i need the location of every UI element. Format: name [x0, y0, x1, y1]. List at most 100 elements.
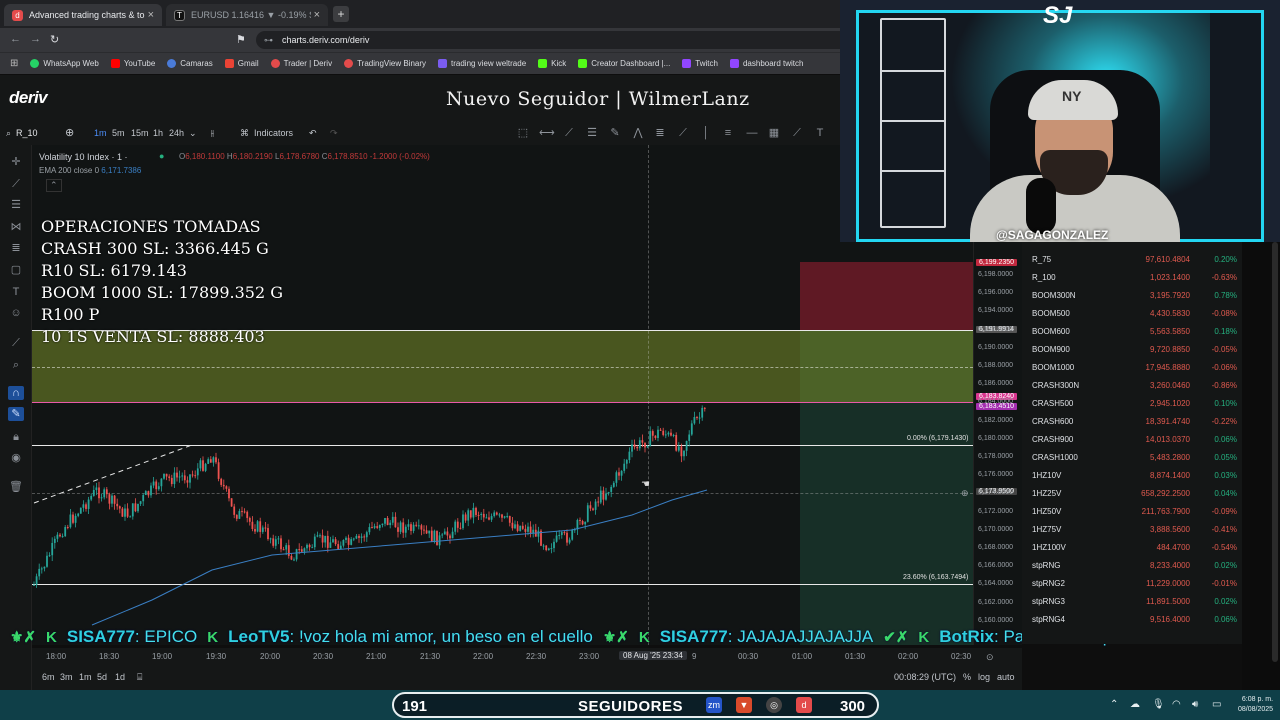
indicators-button[interactable]: Indicators — [254, 128, 293, 138]
market-row[interactable]: stpRNG4 9,516.4000 0.06% — [1022, 610, 1242, 628]
mic-icon[interactable]: 🎙︎ — [1152, 699, 1165, 710]
tab-tradingview[interactable]: T EURUSD 1.16416 ▼ -0.19% Sagu × — [166, 4, 328, 26]
market-row[interactable]: stpRNG2 11,229.0000 -0.01% — [1022, 574, 1242, 592]
crosshair-target-icon[interactable]: ⊕ — [961, 488, 969, 499]
parallel-icon[interactable]: ≡ — [721, 126, 735, 140]
bookmark-trader-deriv[interactable]: Trader | Deriv — [270, 59, 332, 68]
collapse-legend-icon[interactable]: ⌃ — [46, 179, 62, 192]
text-tool-icon[interactable]: T — [813, 126, 827, 140]
deriv-app-icon[interactable]: d — [796, 697, 812, 713]
forward-icon[interactable]: → — [30, 33, 41, 45]
market-row[interactable]: 1HZ75V 3,888.5600 -0.41% — [1022, 520, 1242, 538]
chart-type-icon[interactable]: ⫲ — [211, 128, 214, 139]
bookmark-whatsapp[interactable]: WhatsApp Web — [30, 59, 99, 68]
system-clock[interactable]: 6:08 p. m. 08/08/2025 — [1238, 695, 1273, 715]
battery-icon[interactable]: ▭ — [1212, 699, 1221, 710]
calendar-icon[interactable]: ⌸ — [137, 672, 142, 683]
market-row[interactable]: BOOM500 4,430.5830 -0.08% — [1022, 304, 1242, 322]
add-symbol-icon[interactable]: ⊕ — [65, 126, 74, 139]
pencil-icon[interactable]: ⟋ — [676, 126, 690, 140]
eye-icon[interactable]: ◉ — [8, 451, 24, 465]
app-icon[interactable]: zm — [706, 697, 722, 713]
market-row[interactable]: CRASH500 2,945.1020 0.10% — [1022, 394, 1242, 412]
interval-1m[interactable]: 1m — [94, 128, 107, 138]
redo-icon[interactable]: ↷ — [330, 128, 338, 139]
horizontal-ray-icon[interactable]: ⟷ — [539, 126, 555, 140]
bookmark-dashboard-twitch[interactable]: dashboard twitch — [729, 59, 803, 68]
new-tab-button[interactable]: + — [333, 6, 349, 22]
market-row[interactable]: BOOM900 9,720.8850 -0.05% — [1022, 340, 1242, 358]
lock-icon[interactable]: 🔒︎ — [8, 430, 24, 444]
auto-toggle[interactable]: auto — [997, 672, 1015, 682]
market-row[interactable]: CRASH600 18,391.4740 -0.22% — [1022, 412, 1242, 430]
indicators-icon[interactable]: ⌘ — [240, 128, 249, 139]
pattern-icon[interactable]: ⋀ — [631, 126, 645, 140]
text-icon[interactable]: T — [8, 285, 24, 299]
bookmark-camaras[interactable]: Camaras — [167, 59, 213, 68]
market-row[interactable]: CRASH900 14,013.0370 0.06% — [1022, 430, 1242, 448]
draw-mode-icon[interactable]: ✎ — [8, 407, 24, 421]
crosshair-icon[interactable]: ✛ — [8, 155, 24, 169]
time-settings-icon[interactable]: ⊙ — [986, 652, 994, 663]
bookmark-icon[interactable]: ⚑ — [236, 33, 246, 46]
market-row[interactable]: R_75 97,610.4804 0.20% — [1022, 250, 1242, 268]
bookmark-tradingview-binary[interactable]: TradingView Binary — [344, 59, 426, 68]
ruler-icon[interactable]: ⟋ — [8, 336, 24, 350]
bookmark-twitch[interactable]: Twitch — [682, 59, 718, 68]
market-row[interactable]: CRASH300N 3,260.0460 -0.86% — [1022, 376, 1242, 394]
brush-icon[interactable]: ✎ — [608, 126, 622, 140]
undo-icon[interactable]: ↶ — [309, 128, 317, 139]
market-row[interactable]: 1HZ100V 484.4700 -0.54% — [1022, 538, 1242, 556]
vertical-line-icon[interactable]: │ — [699, 126, 713, 140]
market-row[interactable]: BOOM300N 3,195.7920 0.78% — [1022, 286, 1242, 304]
symbol-selector[interactable]: R_10 — [16, 128, 38, 138]
volume-icon[interactable]: 🔊︎ — [1192, 699, 1198, 710]
deriv-logo[interactable]: deriv — [9, 88, 48, 108]
zoom-1d[interactable]: 1d — [115, 672, 125, 682]
ray-icon[interactable]: ⟋ — [790, 126, 804, 140]
market-row[interactable]: 1HZ25V 658,292.2500 0.04% — [1022, 484, 1242, 502]
trash-icon[interactable]: 🗑︎ — [8, 480, 24, 494]
back-icon[interactable]: ← — [10, 33, 21, 45]
interval-24h[interactable]: 24h — [169, 128, 184, 138]
pattern-icon[interactable]: ⋈ — [8, 220, 24, 234]
bookmark-creator-dashboard[interactable]: Creator Dashboard |... — [578, 59, 670, 68]
channel-icon[interactable]: ☰ — [8, 198, 24, 212]
close-tab-icon[interactable]: × — [314, 9, 320, 21]
zoom-1m[interactable]: 1m — [79, 672, 92, 682]
channel-icon[interactable]: ☰ — [585, 126, 599, 140]
emoji-icon[interactable]: ☺ — [8, 306, 24, 320]
site-info-icon[interactable]: ⊶ — [264, 31, 273, 49]
bookmark-weltrade[interactable]: trading view weltrade — [438, 59, 526, 68]
chevron-down-icon[interactable]: ⌄ — [189, 128, 197, 139]
obs-icon[interactable]: ◎ — [766, 697, 782, 713]
bookmark-kick[interactable]: Kick — [538, 59, 566, 68]
magnet-icon[interactable]: ∩ — [8, 386, 24, 400]
apps-icon[interactable]: ⊞ — [10, 58, 18, 69]
tab-deriv[interactable]: d Advanced trading charts & tool × — [4, 4, 162, 26]
time-axis[interactable]: ⊙ 18:00 18:30 19:00 19:30 20:00 20:30 21:00 21:… — [32, 648, 1022, 664]
interval-1h[interactable]: 1h — [153, 128, 163, 138]
wifi-icon[interactable]: ◠ — [1172, 699, 1181, 710]
zoom-5d[interactable]: 5d — [97, 672, 107, 682]
interval-5m[interactable]: 5m — [112, 128, 125, 138]
reload-icon[interactable]: ↻ — [50, 33, 59, 46]
zoom-icon[interactable]: ⌕ — [8, 358, 24, 372]
address-bar[interactable]: ⊶ charts.deriv.com/deriv — [256, 31, 840, 49]
trend-line-icon[interactable]: ⟋ — [562, 126, 576, 140]
market-row[interactable]: stpRNG 8,233.4000 0.02% — [1022, 556, 1242, 574]
market-row[interactable]: BOOM1000 17,945.8880 -0.06% — [1022, 358, 1242, 376]
zoom-6m[interactable]: 6m — [42, 672, 55, 682]
cloud-icon[interactable]: ☁ — [1130, 699, 1140, 710]
market-row[interactable]: R_100 1,023.1400 -0.63% — [1022, 268, 1242, 286]
log-toggle[interactable]: log — [978, 672, 990, 682]
market-row[interactable]: 1HZ50V 211,763.7900 -0.09% — [1022, 502, 1242, 520]
market-row[interactable]: CRASH1000 5,483.2800 0.05% — [1022, 448, 1242, 466]
market-row[interactable]: 1HZ10V 8,874.1400 0.03% — [1022, 466, 1242, 484]
percent-toggle[interactable]: % — [963, 672, 971, 682]
line-icon[interactable]: ⟋ — [8, 177, 24, 191]
bookmark-youtube[interactable]: YouTube — [110, 59, 155, 68]
chevron-up-icon[interactable]: ⌃ — [1110, 699, 1118, 710]
select-tool-icon[interactable]: ⬚ — [516, 126, 530, 140]
grid-icon[interactable]: ▦ — [767, 126, 781, 140]
